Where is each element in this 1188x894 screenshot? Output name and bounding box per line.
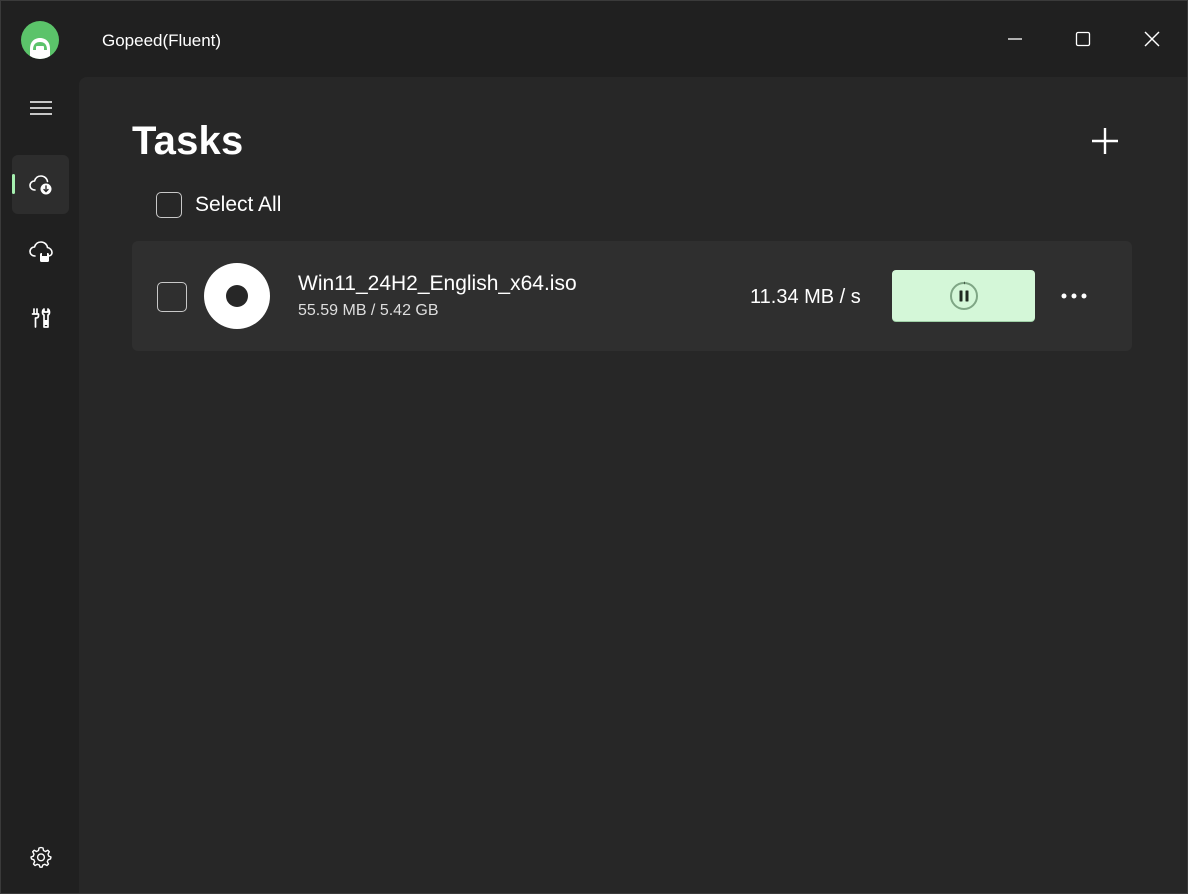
- pause-button[interactable]: [892, 270, 1035, 321]
- gear-icon: [29, 846, 52, 868]
- pause-icon: [949, 281, 978, 310]
- nav-menu-toggle[interactable]: [12, 78, 69, 137]
- sidebar-item-settings[interactable]: [12, 827, 69, 886]
- more-options-button[interactable]: [1052, 278, 1096, 314]
- tools-icon: [31, 307, 50, 328]
- title-bar: Gopeed(Fluent): [1, 1, 1187, 77]
- task-select-checkbox[interactable]: [157, 282, 187, 312]
- disc-hole: [226, 285, 248, 307]
- close-icon: [1144, 31, 1160, 47]
- cloud-save-icon: [28, 240, 53, 262]
- task-file-name: Win11_24H2_English_x64.iso: [298, 272, 577, 295]
- disc-icon: [204, 263, 270, 329]
- app-title: Gopeed(Fluent): [102, 31, 222, 50]
- task-speed: 11.34 MB / s: [750, 286, 861, 308]
- page-title: Tasks: [132, 119, 244, 163]
- tasks-page: Tasks Select All Win11_24H2_English_x64.…: [79, 77, 1187, 893]
- hamburger-icon: [29, 100, 52, 115]
- select-all-checkbox[interactable]: [156, 192, 182, 218]
- maximize-icon: [1075, 31, 1091, 47]
- gopeed-logo-icon: [21, 21, 59, 59]
- task-file-size: 55.59 MB / 5.42 GB: [298, 302, 439, 319]
- select-all-label: Select All: [195, 193, 282, 216]
- app-window: Gopeed(Fluent) Tasks Select All Win11_24…: [0, 0, 1188, 894]
- cloud-download-icon: [28, 174, 51, 194]
- add-task-button[interactable]: [1085, 121, 1125, 161]
- task-row[interactable]: Win11_24H2_English_x64.iso 55.59 MB / 5.…: [132, 241, 1132, 351]
- more-horizontal-icon: [1061, 293, 1087, 299]
- plus-icon: [1092, 128, 1118, 154]
- sidebar-nav: [1, 77, 79, 893]
- sidebar-item-downloads[interactable]: [12, 222, 69, 281]
- maximize-button[interactable]: [1053, 15, 1113, 63]
- sidebar-item-tools[interactable]: [12, 288, 69, 347]
- minimize-icon: [1008, 38, 1022, 40]
- sidebar-item-tasks[interactable]: [12, 155, 69, 214]
- minimize-button[interactable]: [985, 15, 1045, 63]
- close-button[interactable]: [1122, 15, 1182, 63]
- select-all-control[interactable]: Select All: [156, 190, 281, 220]
- task-checkbox-box: [157, 282, 187, 312]
- active-indicator: [12, 174, 15, 194]
